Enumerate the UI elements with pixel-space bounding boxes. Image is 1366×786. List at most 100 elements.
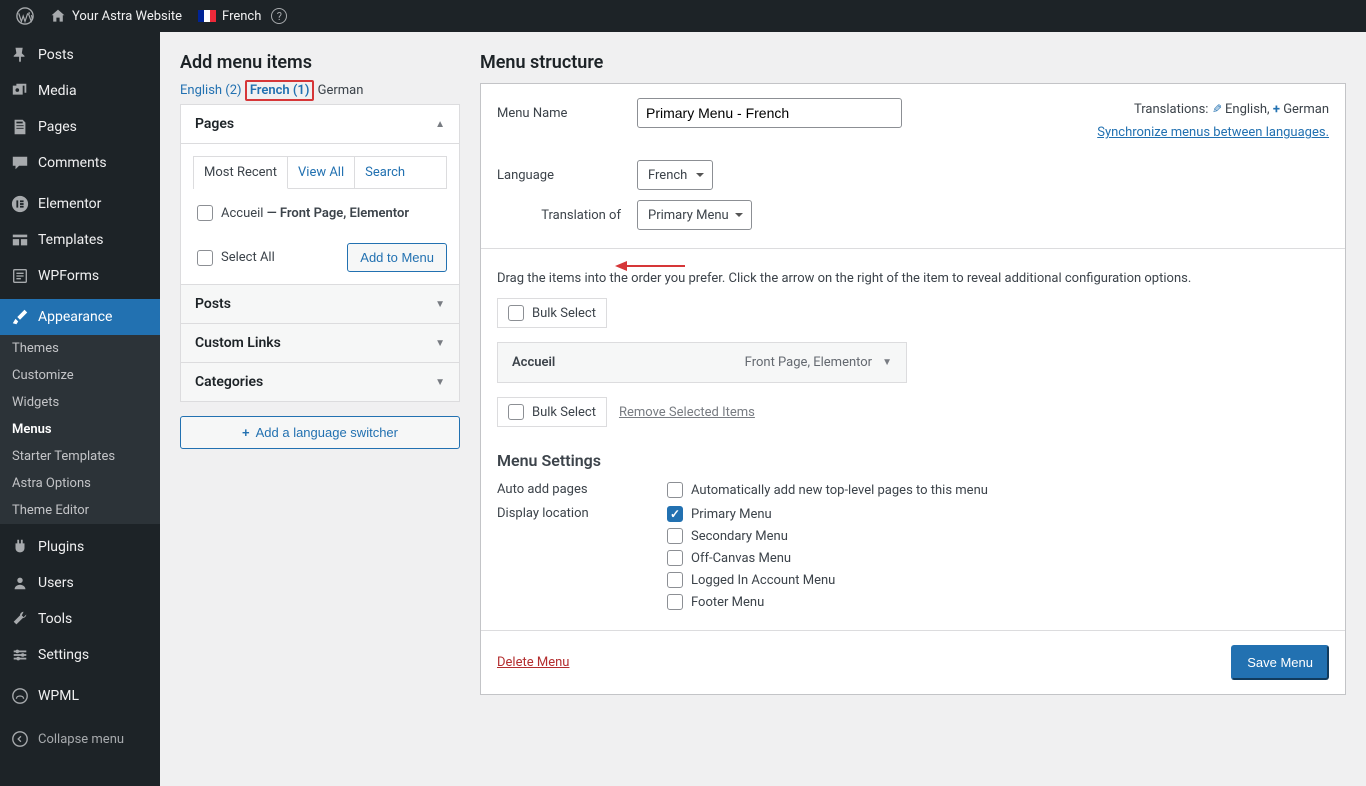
- media-icon: [10, 81, 30, 101]
- menu-settings-heading: Menu Settings: [497, 451, 1329, 470]
- admin-sidebar: Posts Media Pages Comments Elementor Tem…: [0, 32, 160, 786]
- translation-of-select[interactable]: Primary Menu: [637, 200, 752, 230]
- sidebar-item-templates[interactable]: Templates: [0, 222, 160, 258]
- drag-instructions: Drag the items into the order you prefer…: [497, 271, 1329, 286]
- sidebar-item-posts[interactable]: Posts: [0, 37, 160, 73]
- select-all-checkbox[interactable]: [197, 250, 213, 266]
- sidebar-label: Appearance: [38, 309, 112, 325]
- location-logged-in[interactable]: Logged In Account Menu: [667, 572, 835, 588]
- auto-add-option[interactable]: Automatically add new top-level pages to…: [667, 482, 988, 498]
- accordion-posts-head[interactable]: Posts ▼: [181, 284, 459, 323]
- users-icon: [10, 573, 30, 593]
- page-item-label: Accueil — Front Page, Elementor: [221, 206, 409, 221]
- settings-icon: [10, 645, 30, 665]
- sidebar-sub-starter[interactable]: Starter Templates: [0, 443, 160, 470]
- sidebar-item-pages[interactable]: Pages: [0, 109, 160, 145]
- subtab-view-all[interactable]: View All: [288, 157, 355, 188]
- sidebar-item-appearance[interactable]: Appearance: [0, 299, 160, 335]
- page-checkbox[interactable]: [197, 205, 213, 221]
- location-primary[interactable]: Primary Menu: [667, 506, 835, 522]
- sidebar-sub-theme-editor[interactable]: Theme Editor: [0, 497, 160, 524]
- pin-icon: [10, 45, 30, 65]
- accordion-pages-head[interactable]: Pages ▲: [181, 105, 459, 143]
- delete-menu-link[interactable]: Delete Menu: [497, 655, 569, 670]
- caret-down-icon[interactable]: ▼: [882, 357, 892, 368]
- location-secondary[interactable]: Secondary Menu: [667, 528, 835, 544]
- language-label: Language: [497, 168, 637, 183]
- location-checkbox[interactable]: [667, 594, 683, 610]
- location-offcanvas[interactable]: Off-Canvas Menu: [667, 550, 835, 566]
- menu-name-label: Menu Name: [497, 106, 637, 121]
- language-select[interactable]: French: [637, 160, 713, 190]
- accordion-categories-head[interactable]: Categories ▼: [181, 362, 459, 401]
- sidebar-item-settings[interactable]: Settings: [0, 637, 160, 673]
- sidebar-item-comments[interactable]: Comments: [0, 145, 160, 181]
- elementor-icon: [10, 194, 30, 214]
- sidebar-sub-menus[interactable]: Menus: [0, 416, 160, 443]
- sidebar-item-plugins[interactable]: Plugins: [0, 529, 160, 565]
- location-checkbox[interactable]: [667, 528, 683, 544]
- language-indicator[interactable]: French ?: [190, 0, 295, 32]
- lang-tab-french[interactable]: French (1): [250, 83, 310, 98]
- subtab-most-recent[interactable]: Most Recent: [194, 157, 288, 189]
- wordpress-icon: [16, 7, 34, 25]
- sidebar-sub-themes[interactable]: Themes: [0, 335, 160, 362]
- sync-menus-link[interactable]: Synchronize menus between languages.: [1097, 125, 1329, 140]
- menu-name-input[interactable]: [637, 98, 902, 128]
- subtab-search[interactable]: Search: [355, 157, 415, 188]
- sidebar-label: WPForms: [38, 268, 99, 284]
- sidebar-label: Posts: [38, 47, 74, 63]
- brush-icon: [10, 307, 30, 327]
- sidebar-label: Users: [38, 575, 74, 591]
- bulk-select-top[interactable]: Bulk Select: [497, 298, 607, 328]
- flag-french-icon: [198, 10, 216, 22]
- collapse-menu[interactable]: Collapse menu: [0, 720, 160, 757]
- lang-tab-english[interactable]: English (2): [180, 83, 242, 98]
- wpml-icon: [10, 686, 30, 706]
- location-checkbox[interactable]: [667, 550, 683, 566]
- sidebar-label: Templates: [38, 232, 104, 248]
- sidebar-label: Media: [38, 83, 77, 99]
- sidebar-item-wpml[interactable]: WPML: [0, 678, 160, 714]
- pages-subtabs: Most Recent View All Search: [193, 156, 447, 189]
- add-to-menu-button[interactable]: Add to Menu: [347, 243, 447, 272]
- lang-tab-german[interactable]: German: [318, 83, 364, 98]
- sidebar-sub-astra[interactable]: Astra Options: [0, 470, 160, 497]
- sidebar-label: Elementor: [38, 196, 101, 212]
- display-location-label: Display location: [497, 506, 667, 521]
- auto-add-checkbox[interactable]: [667, 482, 683, 498]
- translation-of-label: Translation of: [497, 208, 637, 223]
- plugin-icon: [10, 537, 30, 557]
- help-icon[interactable]: ?: [271, 8, 287, 24]
- wp-logo[interactable]: [8, 0, 42, 32]
- accordion-pages-label: Pages: [195, 116, 234, 132]
- sidebar-item-users[interactable]: Users: [0, 565, 160, 601]
- add-language-switcher-button[interactable]: + Add a language switcher: [180, 416, 460, 449]
- save-menu-button[interactable]: Save Menu: [1231, 645, 1329, 680]
- accordion-custom-links-head[interactable]: Custom Links ▼: [181, 323, 459, 362]
- bulk-select-checkbox[interactable]: [508, 404, 524, 420]
- sidebar-item-wpforms[interactable]: WPForms: [0, 258, 160, 294]
- site-link[interactable]: Your Astra Website: [42, 0, 190, 32]
- translation-english-link[interactable]: ✎ English,: [1212, 102, 1270, 117]
- translation-german-link[interactable]: + German: [1273, 102, 1329, 117]
- main-content: Add menu items English (2) French (1) Ge…: [160, 32, 1366, 786]
- location-checkbox[interactable]: [667, 506, 683, 522]
- location-checkbox[interactable]: [667, 572, 683, 588]
- caret-down-icon: ▼: [435, 377, 445, 388]
- sidebar-item-elementor[interactable]: Elementor: [0, 186, 160, 222]
- sidebar-sub-customize[interactable]: Customize: [0, 362, 160, 389]
- menu-item-accueil[interactable]: Accueil Front Page, Elementor ▼: [497, 342, 907, 383]
- home-icon: [50, 8, 66, 24]
- bulk-select-checkbox[interactable]: [508, 305, 524, 321]
- sidebar-sub-widgets[interactable]: Widgets: [0, 389, 160, 416]
- sidebar-item-tools[interactable]: Tools: [0, 601, 160, 637]
- sidebar-item-media[interactable]: Media: [0, 73, 160, 109]
- accordion-custom-links-label: Custom Links: [195, 335, 281, 351]
- bulk-select-bottom[interactable]: Bulk Select: [497, 397, 607, 427]
- auto-add-label: Auto add pages: [497, 482, 667, 497]
- select-all-row[interactable]: Select All: [193, 244, 279, 272]
- remove-selected-link: Remove Selected Items: [619, 405, 755, 420]
- location-footer[interactable]: Footer Menu: [667, 594, 835, 610]
- add-menu-items-column: Add menu items English (2) French (1) Ge…: [180, 52, 460, 713]
